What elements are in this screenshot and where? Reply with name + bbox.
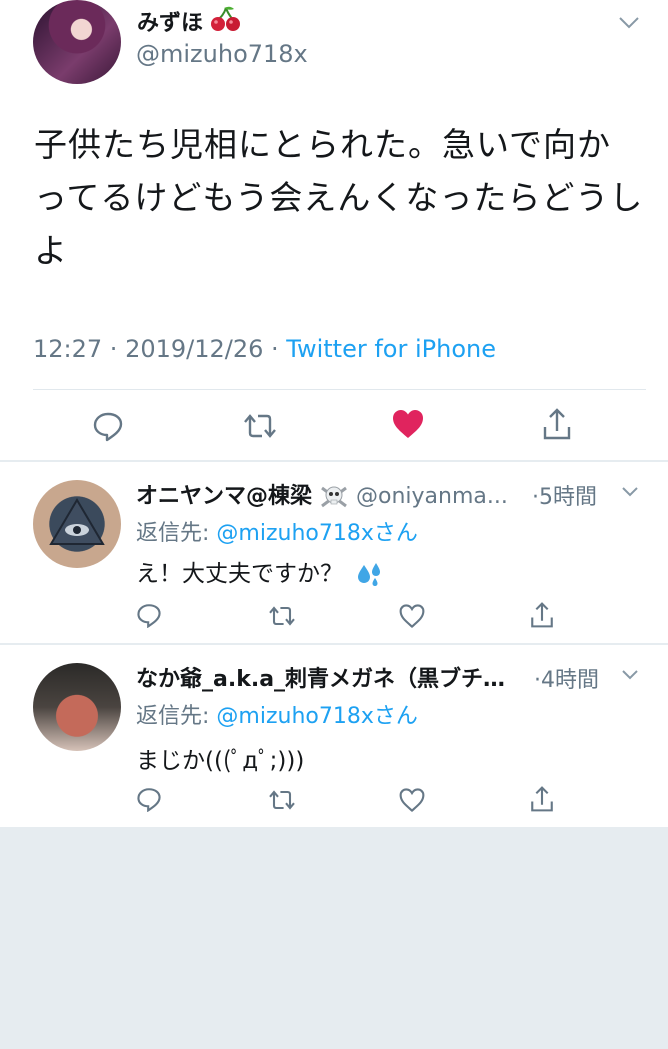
reply-time: ·5時間 [532, 479, 597, 511]
mention-link[interactable]: @mizuho718x [216, 521, 373, 546]
retweet-icon[interactable] [267, 788, 297, 812]
chevron-down-icon[interactable] [621, 486, 639, 498]
tweet-meta: 12:27 · 2019/12/26 · Twitter for iPhone [33, 335, 496, 363]
share-icon[interactable] [529, 785, 555, 813]
retweet-icon[interactable] [267, 604, 297, 628]
replying-to: 返信先: @mizuho718xさん [136, 515, 418, 547]
time-separator: · [532, 485, 539, 510]
chevron-down-icon[interactable] [618, 16, 640, 30]
reply-text-row: え！大丈夫ですか？ [136, 554, 384, 589]
reply-time: ·4時間 [534, 662, 599, 694]
reply-tweet[interactable]: なか爺_a.k.a_刺青メガネ（黒ブチ… ·4時間 返信先: @mizuho71… [0, 645, 668, 827]
mention-link[interactable]: @mizuho718x [216, 704, 373, 729]
relative-time: 5時間 [539, 485, 597, 510]
avatar[interactable] [33, 480, 121, 568]
skull-crossbones-icon [321, 486, 347, 508]
honorific[interactable]: さん [374, 521, 418, 546]
time-separator: · [534, 668, 541, 693]
main-tweet: みずほ @mizuho718x 子供たち児相にとられた。急いで向かってるけどもう… [0, 0, 668, 460]
tweet-time: 12:27 [33, 335, 103, 363]
honorific[interactable]: さん [374, 704, 418, 729]
chevron-down-icon[interactable] [621, 669, 639, 681]
reply-text: え！大丈夫ですか？ [136, 561, 343, 587]
reply-icon[interactable] [136, 602, 162, 628]
reply-text: まじか(((ﾟдﾟ;))) [136, 748, 305, 774]
tweet-text: 子供たち児相にとられた。急いで向かってるけどもう会えんくなったらどうしよ [34, 125, 644, 270]
avatar[interactable] [33, 0, 121, 84]
reply-header: なか爺_a.k.a_刺青メガネ（黒ブチ… [136, 661, 505, 693]
meta-separator: · [263, 335, 287, 363]
avatar[interactable] [33, 663, 121, 751]
reply-header: オニヤンマ@棟梁 @oniyanma... [136, 478, 508, 510]
handle[interactable]: @mizuho718x [136, 40, 308, 68]
reply-icon[interactable] [92, 410, 124, 442]
like-icon[interactable] [398, 603, 426, 629]
divider [33, 389, 646, 390]
replying-to: 返信先: @mizuho718xさん [136, 698, 418, 730]
like-icon-filled[interactable] [391, 408, 425, 440]
like-icon[interactable] [398, 787, 426, 813]
tweet-source[interactable]: Twitter for iPhone [286, 335, 496, 363]
eye-triangle-icon [49, 498, 105, 545]
share-icon[interactable] [541, 407, 573, 441]
handle[interactable]: @oniyanma... [356, 484, 508, 509]
reply-icon[interactable] [136, 786, 162, 812]
retweet-icon[interactable] [242, 411, 278, 441]
meta-separator: · [102, 335, 126, 363]
share-icon[interactable] [529, 601, 555, 629]
tweet-date: 2019/12/26 [125, 335, 264, 363]
display-name[interactable]: オニヤンマ@棟梁 [136, 484, 312, 509]
replying-to-label: 返信先: [136, 521, 217, 546]
display-name[interactable]: みずほ [137, 5, 203, 37]
cherries-icon [211, 6, 240, 31]
relative-time: 4時間 [541, 668, 599, 693]
replying-to-label: 返信先: [136, 704, 217, 729]
reply-tweet[interactable]: オニヤンマ@棟梁 @oniyanma... ·5時間 返信先: @mizuho7… [0, 462, 668, 643]
sweat-droplets-icon [358, 562, 381, 586]
display-name[interactable]: なか爺_a.k.a_刺青メガネ（黒ブチ… [136, 667, 505, 692]
